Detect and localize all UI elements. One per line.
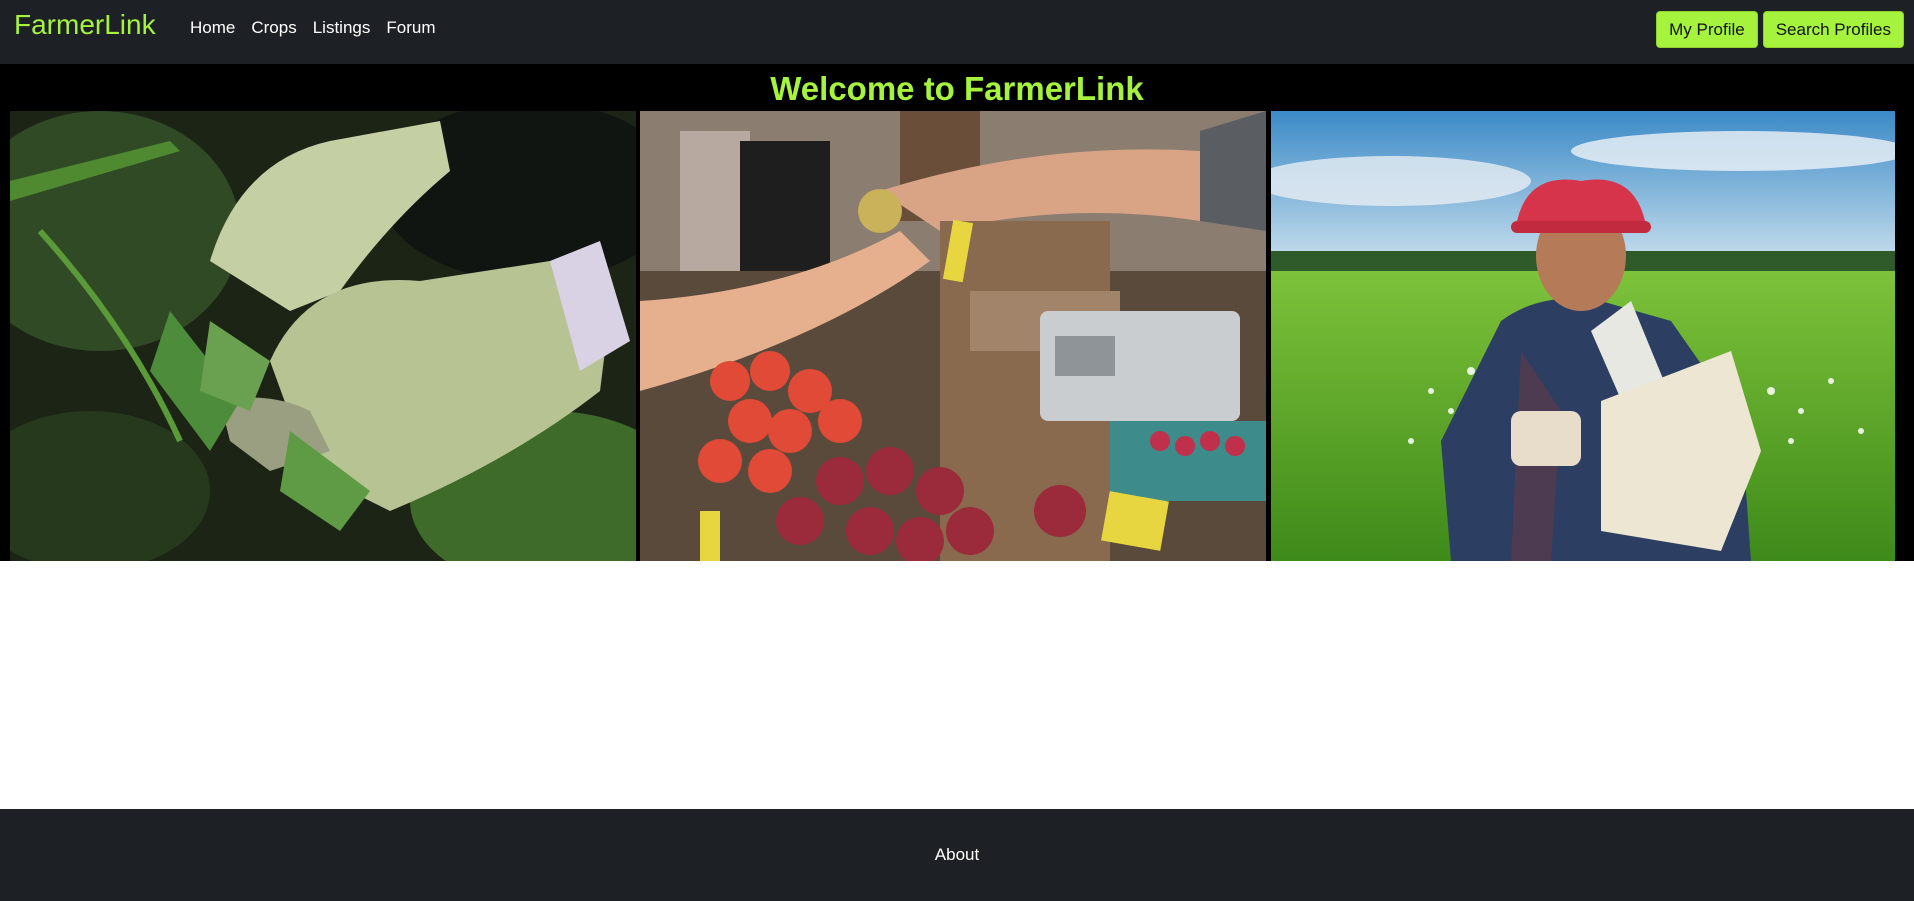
nav-link-listings[interactable]: Listings bbox=[313, 16, 371, 40]
hero-title: Welcome to FarmerLink bbox=[770, 70, 1144, 107]
hero-image-farmer bbox=[1271, 111, 1895, 561]
top-navbar: FarmerLink Home Crops Listings Forum My … bbox=[0, 0, 1914, 64]
nav-link-home[interactable]: Home bbox=[190, 16, 235, 40]
search-profiles-button[interactable]: Search Profiles bbox=[1762, 11, 1904, 48]
site-footer: About bbox=[0, 809, 1914, 901]
footer-about-link[interactable]: About bbox=[935, 845, 979, 865]
nav-links: Home Crops Listings Forum bbox=[190, 16, 451, 40]
hero-image-market bbox=[640, 111, 1266, 561]
nav-buttons: My Profile Search Profiles bbox=[1656, 11, 1904, 48]
brand-logo-link[interactable]: FarmerLink bbox=[14, 8, 156, 42]
nav-link-crops[interactable]: Crops bbox=[251, 16, 296, 40]
nav-link-forum[interactable]: Forum bbox=[386, 16, 435, 40]
hero-image-herbs bbox=[10, 111, 636, 561]
my-profile-button[interactable]: My Profile bbox=[1656, 11, 1758, 48]
hero-section: Welcome to FarmerLink bbox=[0, 64, 1914, 561]
